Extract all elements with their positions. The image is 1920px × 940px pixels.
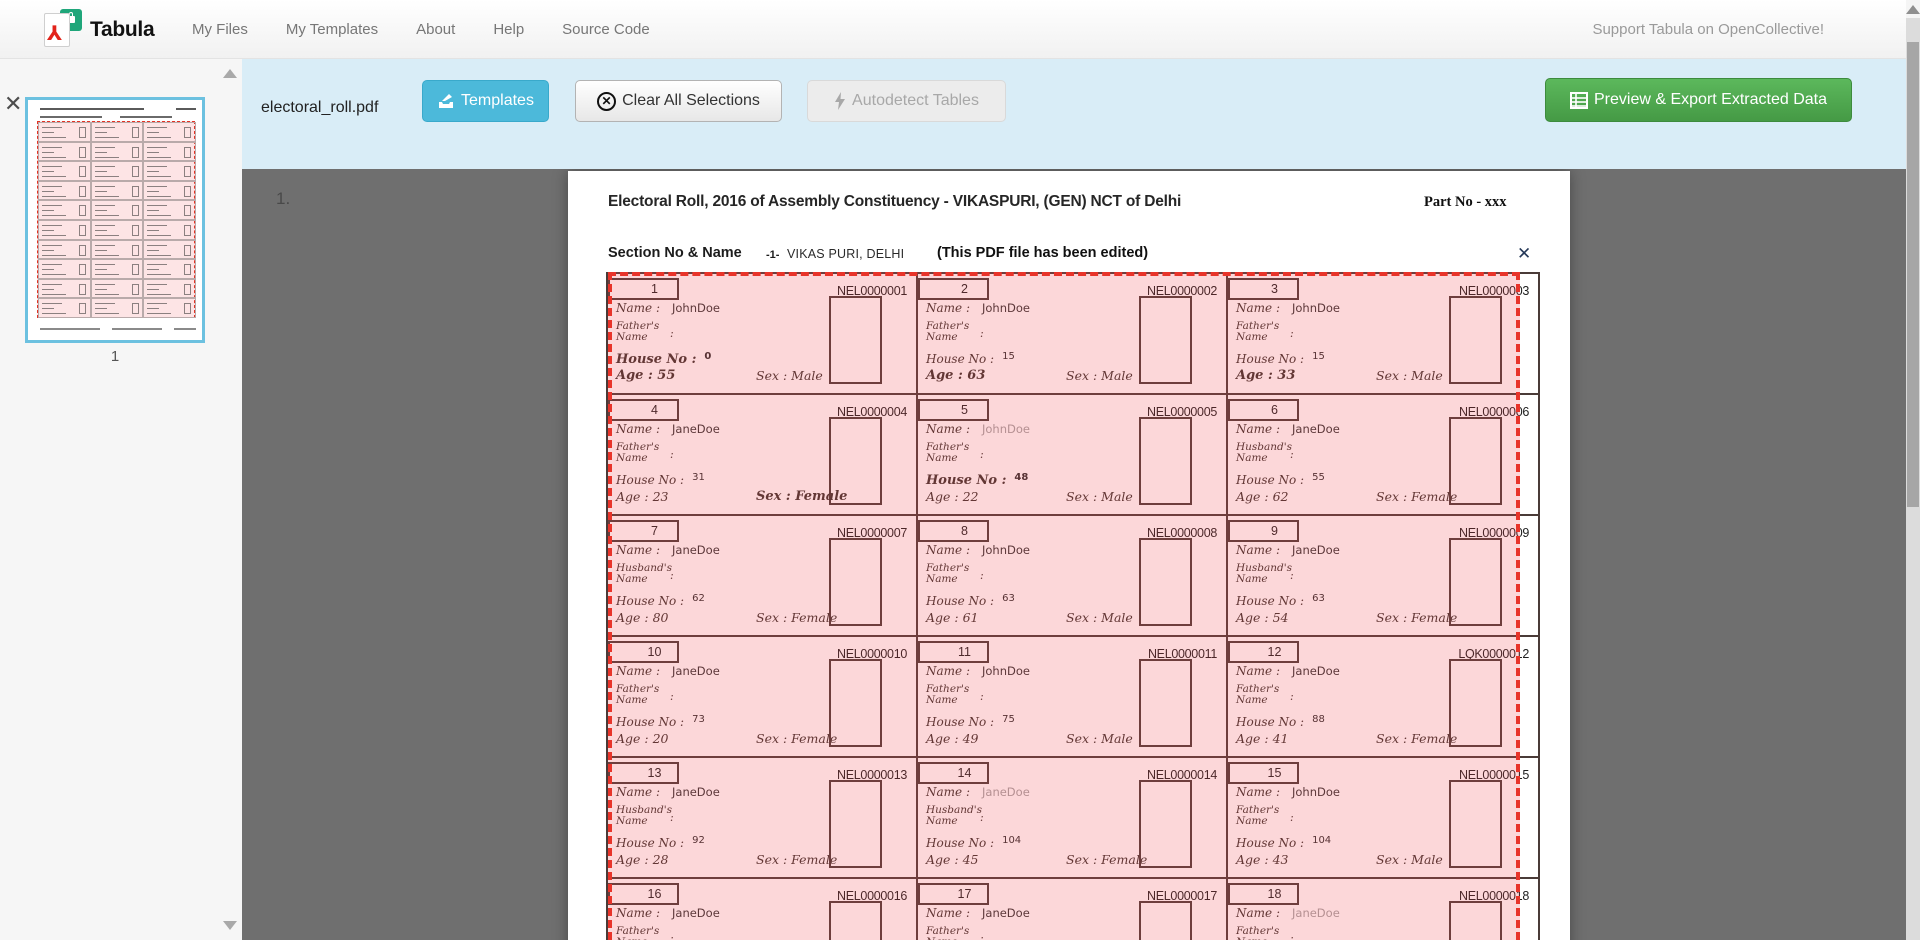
autodetect-label: Autodetect Tables	[852, 92, 979, 110]
scrollbar-thumb[interactable]	[1907, 42, 1919, 507]
logo-pdf-glyph: ⅄	[47, 23, 62, 43]
templates-icon	[437, 93, 455, 109]
thumbnail-card	[143, 161, 196, 181]
thumbnail-card	[38, 220, 91, 240]
nav-item-help[interactable]: Help	[493, 21, 524, 38]
thumbnail-card	[143, 240, 196, 260]
templates-label: Templates	[461, 92, 534, 110]
thumbnail-card	[38, 181, 91, 201]
thumbnail-text-line	[40, 108, 144, 110]
page-thumbnail[interactable]	[25, 97, 205, 343]
page-number-label: 1.	[276, 189, 290, 209]
thumbnail-card	[91, 181, 144, 201]
thumbnail-card	[38, 200, 91, 220]
thumbnail-text-line	[174, 328, 196, 330]
thumbnail-card	[143, 279, 196, 299]
thumbnail-card	[143, 122, 196, 142]
selection-close-icon[interactable]: ✕	[1517, 244, 1531, 264]
page-scrollbar	[1906, 0, 1920, 940]
nav-links: My Files My Templates About Help Source …	[192, 0, 650, 59]
thumbnail-card	[91, 122, 144, 142]
thumbnail-card	[38, 279, 91, 299]
templates-button[interactable]: Templates	[422, 80, 549, 122]
section-number: -1-	[766, 249, 779, 261]
thumbnail-page-number: 1	[25, 348, 205, 365]
brand-name: Tabula	[90, 18, 154, 42]
table-selection-overlay[interactable]	[608, 272, 1520, 940]
clear-label: Clear All Selections	[622, 92, 760, 110]
thumbnail-sidebar: ✕ 1	[0, 59, 242, 940]
nav-item-my-templates[interactable]: My Templates	[286, 21, 378, 38]
thumbnail-card	[91, 142, 144, 162]
thumbnail-card	[143, 298, 196, 318]
section-name: VIKAS PURI, DELHI	[787, 247, 904, 261]
thumbnail-text-line	[112, 328, 162, 330]
edited-note: (This PDF file has been edited)	[937, 245, 1148, 261]
pdf-page[interactable]: Electoral Roll, 2016 of Assembly Constit…	[568, 171, 1570, 940]
thumbnail-card	[91, 220, 144, 240]
thumbnail-text-line	[120, 116, 172, 118]
sidebar-scroll-up-icon[interactable]	[223, 69, 237, 78]
nav-item-my-files[interactable]: My Files	[192, 21, 248, 38]
pdf-filename: electoral_roll.pdf	[261, 99, 378, 117]
tabula-logo-icon: ⅄	[44, 9, 82, 51]
table-icon	[1570, 92, 1588, 109]
thumbnail-card	[91, 161, 144, 181]
thumbnail-card	[38, 298, 91, 318]
export-label: Preview & Export Extracted Data	[1594, 91, 1827, 109]
thumbnail-card	[143, 220, 196, 240]
tabula-app: ⅄ Tabula My Files My Templates About Hel…	[0, 0, 1920, 940]
toolbar: electoral_roll.pdf Templates ✕ Clear All…	[242, 59, 1906, 169]
thumbnail-card	[38, 161, 91, 181]
thumbnail-card	[91, 200, 144, 220]
thumbnail-text-line	[176, 108, 196, 110]
document-canvas: 1. Electoral Roll, 2016 of Assembly Cons…	[242, 169, 1906, 940]
autodetect-tables-button: Autodetect Tables	[807, 80, 1006, 122]
thumbnail-text-line	[40, 328, 100, 330]
clear-all-selections-button[interactable]: ✕ Clear All Selections	[575, 80, 782, 122]
lightning-icon	[834, 92, 846, 110]
thumbnail-card	[38, 122, 91, 142]
navbar: ⅄ Tabula My Files My Templates About Hel…	[0, 0, 1920, 59]
nav-item-about[interactable]: About	[416, 21, 455, 38]
brand[interactable]: ⅄ Tabula	[44, 9, 154, 51]
sidebar-scroll-down-icon[interactable]	[223, 921, 237, 930]
thumbnail-card	[38, 259, 91, 279]
nav-item-source-code[interactable]: Source Code	[562, 21, 650, 38]
section-label: Section No & Name	[608, 245, 742, 261]
thumbnail-card	[91, 298, 144, 318]
thumbnail-text-line	[40, 116, 102, 118]
thumbnail-card	[91, 259, 144, 279]
preview-export-button[interactable]: Preview & Export Extracted Data	[1545, 78, 1852, 122]
remove-page-button[interactable]: ✕	[4, 95, 22, 115]
thumbnail-card	[143, 200, 196, 220]
thumbnail-card	[91, 240, 144, 260]
thumbnail-card	[91, 279, 144, 299]
thumbnail-card	[143, 259, 196, 279]
part-no: Part No - xxx	[1424, 194, 1507, 211]
clear-circle-x-icon: ✕	[597, 92, 616, 111]
scrollbar-up-icon[interactable]	[1906, 5, 1920, 14]
support-link[interactable]: Support Tabula on OpenCollective!	[1592, 0, 1824, 59]
thumbnail-card	[143, 142, 196, 162]
thumbnail-card	[38, 240, 91, 260]
electoral-roll-title: Electoral Roll, 2016 of Assembly Constit…	[608, 193, 1181, 211]
thumbnail-card	[38, 142, 91, 162]
thumbnail-card	[143, 181, 196, 201]
